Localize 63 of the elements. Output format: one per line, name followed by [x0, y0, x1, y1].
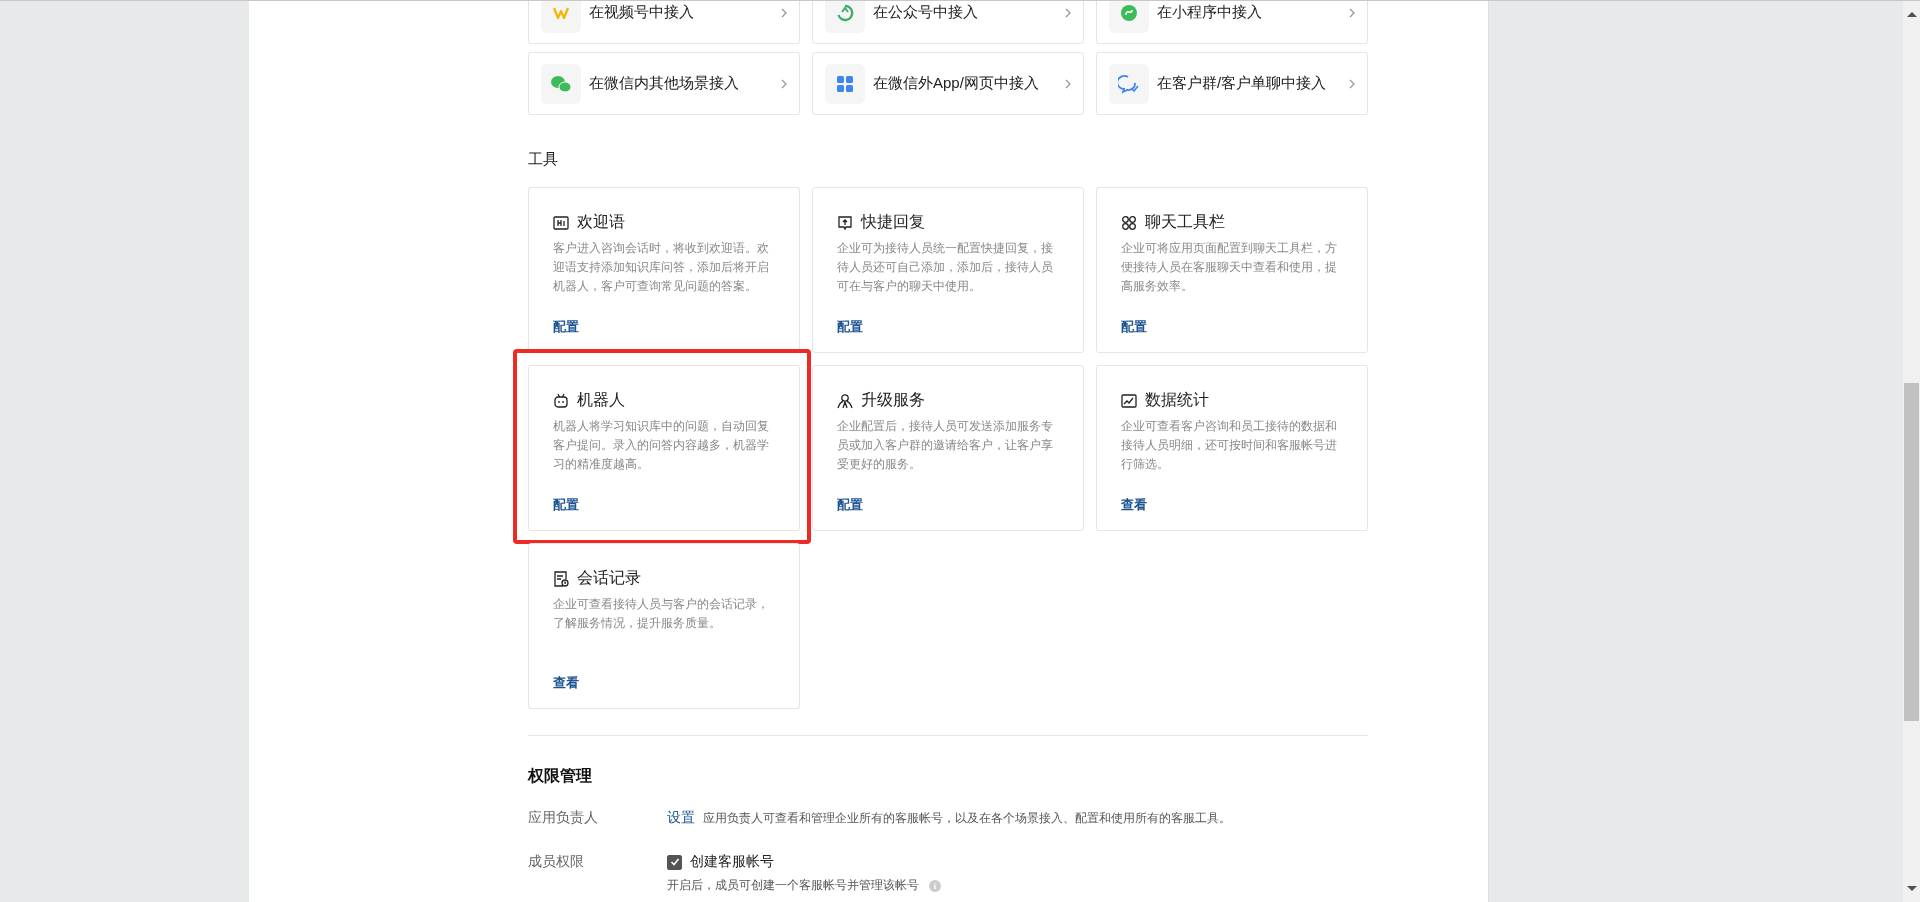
channel-icon	[541, 63, 581, 104]
chevron-right-icon	[1349, 7, 1355, 18]
permission-note: 开启后，成员可创建一个客服帐号并管理该帐号	[667, 877, 919, 894]
tool-description: 企业可为接待人员统一配置快捷回复，接待人员还可自己添加，添加后，接待人员可在与客户的聊天中使用。	[837, 240, 1054, 295]
section-heading: 工具	[528, 150, 559, 169]
channel-card[interactable]: 在公众号中接入	[812, 1, 1084, 44]
tool-action-link[interactable]: 配置	[837, 318, 863, 336]
tool-icon	[553, 570, 569, 587]
permission-description: 应用负责人可查看和管理企业所有的客服帐号，以及在各个场景接入、配置和使用所有的客服工具。	[703, 810, 1231, 827]
tool-action-link[interactable]: 配置	[837, 496, 863, 514]
chevron-right-icon	[1349, 78, 1355, 89]
channel-title: 在公众号中接入	[873, 3, 979, 22]
channel-title: 在微信外App/网页中接入	[873, 74, 1040, 93]
scrollbar-thumb[interactable]	[1904, 383, 1919, 721]
scrollbar[interactable]	[1903, 1, 1920, 902]
tool-action-link[interactable]: 查看	[553, 674, 579, 692]
channel-icon	[825, 63, 865, 104]
chevron-right-icon	[781, 78, 787, 89]
tool-action-link[interactable]: 配置	[553, 318, 579, 336]
chevron-right-icon	[781, 7, 787, 18]
checkbox-label: 创建客服帐号	[690, 853, 774, 871]
permission-label: 成员权限	[528, 853, 585, 871]
channel-card[interactable]: 在客户群/客户单聊中接入	[1096, 52, 1368, 115]
tool-description: 企业可将应用页面配置到聊天工具栏，方便接待人员在客服聊天中查看和使用，提高服务效率。	[1121, 240, 1338, 295]
tool-title: 机器人	[577, 390, 625, 410]
channel-title: 在视频号中接入	[589, 3, 695, 22]
tool-icon	[837, 214, 853, 231]
chevron-right-icon	[1065, 7, 1071, 18]
tool-icon	[553, 214, 569, 231]
tool-description: 企业可查看接待人员与客户的会话记录，了解服务情况，提升服务质量。	[553, 596, 770, 632]
scroll-up-icon[interactable]	[1906, 11, 1917, 17]
tool-action-link[interactable]: 查看	[1121, 496, 1147, 514]
channel-card[interactable]: 在微信外App/网页中接入	[812, 52, 1084, 115]
permission-label: 应用负责人	[528, 809, 599, 827]
tool-icon	[553, 392, 569, 409]
tool-title: 聊天工具栏	[1145, 212, 1225, 232]
channel-title: 在客户群/客户单聊中接入	[1157, 74, 1328, 93]
tool-title: 数据统计	[1145, 390, 1209, 410]
channel-title: 在小程序中接入	[1157, 3, 1263, 22]
tool-description: 企业配置后，接待人员可发送添加服务专员或加入客户群的邀请给客户，让客户享受更好的服务。	[837, 418, 1054, 473]
checkmark-icon	[669, 857, 680, 867]
tool-icon	[837, 392, 853, 409]
section-heading: 权限管理	[528, 766, 593, 786]
tool-icon	[1121, 214, 1137, 231]
tool-title: 快捷回复	[861, 212, 925, 232]
tool-action-link[interactable]: 配置	[553, 496, 579, 514]
channel-card[interactable]: 在视频号中接入	[528, 1, 800, 44]
channel-icon	[1109, 63, 1149, 104]
tool-description: 客户进入咨询会话时，将收到欢迎语。欢迎语支持添加知识库问答，添加后将开启机器人，客户可查询常见问题的答案。	[553, 240, 770, 295]
settings-link[interactable]: 设置	[667, 809, 695, 827]
channel-card[interactable]: 在小程序中接入	[1096, 1, 1368, 44]
channel-title: 在微信内其他场景接入	[589, 74, 740, 93]
scroll-down-icon[interactable]	[1906, 886, 1917, 892]
channel-card[interactable]: 在微信内其他场景接入	[528, 52, 800, 115]
checkbox[interactable]	[667, 854, 682, 870]
tool-description: 机器人将学习知识库中的问题，自动回复客户提问。录入的问答内容越多，机器学习的精准度越高。	[553, 418, 770, 473]
tool-description: 企业可查看客户咨询和员工接待的数据和接待人员明细，还可按时间和客服帐号进行筛选。	[1121, 418, 1338, 473]
tool-title: 升级服务	[861, 390, 925, 410]
tool-action-link[interactable]: 配置	[1121, 318, 1147, 336]
tool-title: 欢迎语	[577, 212, 625, 232]
chevron-right-icon	[1065, 78, 1071, 89]
tool-icon	[1121, 392, 1137, 409]
tool-title: 会话记录	[577, 568, 641, 588]
